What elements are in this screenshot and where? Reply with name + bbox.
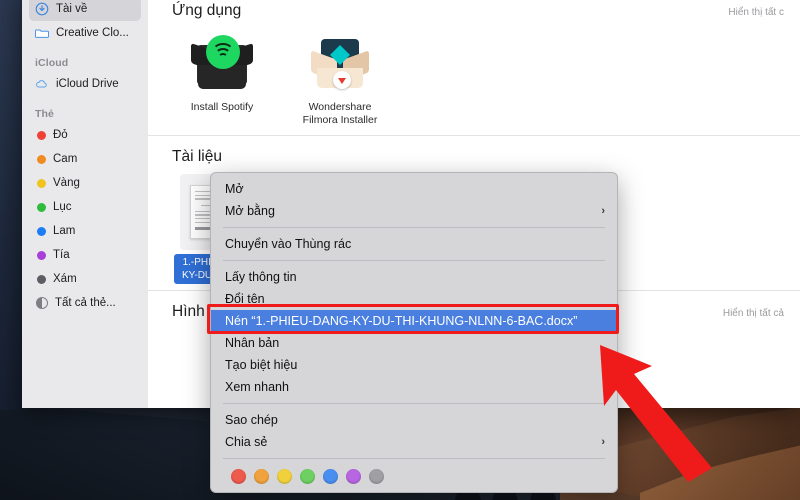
icon-artwork [176, 30, 268, 98]
desktop-left-edge [0, 0, 22, 410]
menu-item-mo-bang[interactable]: Mở bằng › [211, 200, 617, 222]
sidebar-item-tag-cam[interactable]: Cam [29, 147, 141, 171]
spotify-installer-icon [191, 35, 253, 93]
tag-color-red-icon[interactable] [231, 469, 246, 484]
menu-item-label: Mở bằng [225, 204, 275, 218]
sidebar-section-header-icloud: iCloud [35, 57, 69, 69]
sidebar-item-tag-xam[interactable]: Xám [29, 267, 141, 291]
finder-sidebar: Tài về Creative Clo... iCloud iCloud Dri… [22, 0, 148, 408]
sidebar-item-label: Lam [53, 225, 76, 237]
menu-item-label: Lấy thông tin [225, 270, 297, 284]
show-all-link-images[interactable]: Hiển thị tất cả [723, 308, 784, 319]
sidebar-item-tag-lam[interactable]: Lam [29, 219, 141, 243]
sidebar-item-icloud-drive[interactable]: iCloud Drive [29, 72, 141, 96]
tag-dot-icon [37, 154, 46, 164]
menu-item-label: Nhân bản [225, 336, 280, 350]
sidebar-item-tai-ve[interactable]: Tài về [29, 0, 141, 21]
sidebar-item-label: Cam [53, 153, 78, 165]
tag-dot-icon [37, 274, 46, 284]
sidebar-item-label: Tài về [56, 3, 88, 15]
menu-item-chuyen-vao-thung-rac[interactable]: Chuyển vào Thùng rác [211, 233, 617, 255]
menu-item-label: Xem nhanh [225, 380, 289, 394]
wondershare-filmora-installer-icon [309, 35, 371, 93]
tag-color-yellow-icon[interactable] [277, 469, 292, 484]
section-header-documents: Tài liệu [148, 136, 800, 166]
context-menu: Mở Mở bằng › Chuyển vào Thùng rác Lấy th… [210, 172, 618, 493]
sidebar-item-all-tags[interactable]: Tất cả thẻ... [29, 291, 141, 315]
menu-item-tao-biet-hieu[interactable]: Tạo biệt hiệu [211, 354, 617, 376]
app-item-label-line2: Filmora Installer [302, 114, 378, 127]
annotation-arrow-icon [600, 345, 712, 482]
app-item-label: Wondershare [308, 101, 372, 113]
icon-artwork [294, 30, 386, 98]
tag-dot-icon [37, 130, 46, 140]
sidebar-item-tag-tia[interactable]: Tía [29, 243, 141, 267]
menu-item-label: Mở [225, 182, 244, 196]
sidebar-section-header-tags: Thẻ [35, 108, 54, 120]
menu-separator [223, 227, 605, 228]
sidebar-item-creative-cloud[interactable]: Creative Clo... [29, 21, 141, 45]
download-arrow-icon [338, 78, 346, 84]
tag-dot-icon [37, 178, 46, 188]
menu-item-chia-se[interactable]: Chia sẻ › [211, 431, 617, 453]
menu-item-label: Chuyển vào Thùng rác [225, 237, 352, 251]
tag-dot-icon [37, 226, 46, 236]
menu-separator [223, 403, 605, 404]
app-item-install-spotify[interactable]: Install Spotify [176, 30, 268, 127]
tag-color-orange-icon[interactable] [254, 469, 269, 484]
sidebar-item-label: Xám [53, 273, 77, 285]
sidebar-item-label: Lục [53, 201, 72, 213]
menu-item-lay-thong-tin[interactable]: Lấy thông tin [211, 266, 617, 288]
menu-separator [223, 458, 605, 459]
download-icon [35, 2, 49, 16]
tag-color-gray-icon[interactable] [369, 469, 384, 484]
menu-item-label: Nén “1.-PHIEU-DANG-KY-DU-THI-KHUNG-NLNN-… [225, 314, 578, 328]
menu-tag-color-row [211, 464, 617, 486]
app-item-label: Install Spotify [190, 101, 254, 113]
section-header-applications: Ứng dụng Hiển thị tất c [148, 0, 800, 20]
applications-icon-row: Install Spotify Wondershare Filmora Inst… [148, 20, 800, 135]
menu-item-doi-ten[interactable]: Đổi tên [211, 288, 617, 310]
menu-item-sao-chep[interactable]: Sao chép [211, 409, 617, 431]
tag-color-blue-icon[interactable] [323, 469, 338, 484]
sidebar-item-label: Vàng [53, 177, 80, 189]
menu-item-nhan-ban[interactable]: Nhân bản [211, 332, 617, 354]
menu-item-xem-nhanh[interactable]: Xem nhanh [211, 376, 617, 398]
sidebar-item-label: Creative Clo... [56, 27, 129, 39]
all-tags-icon [36, 297, 48, 309]
app-item-wondershare-filmora-installer[interactable]: Wondershare Filmora Installer [294, 30, 386, 127]
tag-dot-icon [37, 202, 46, 212]
menu-item-label: Chia sẻ [225, 435, 268, 449]
menu-item-label: Sao chép [225, 413, 278, 427]
menu-item-mo[interactable]: Mở [211, 178, 617, 200]
sidebar-item-tag-do[interactable]: Đỏ [29, 123, 141, 147]
sidebar-item-label: Đỏ [53, 129, 68, 141]
folder-icon [35, 29, 49, 38]
section-title: Tài liệu [172, 148, 222, 166]
menu-item-label: Đổi tên [225, 292, 265, 306]
menu-separator [223, 260, 605, 261]
sidebar-item-label: Tía [53, 249, 70, 261]
show-all-link-applications[interactable]: Hiển thị tất c [728, 7, 784, 18]
sidebar-item-tag-luc[interactable]: Lục [29, 195, 141, 219]
tag-color-purple-icon[interactable] [346, 469, 361, 484]
menu-item-nen-compress[interactable]: Nén “1.-PHIEU-DANG-KY-DU-THI-KHUNG-NLNN-… [211, 310, 617, 332]
tag-color-green-icon[interactable] [300, 469, 315, 484]
chevron-right-icon: › [601, 205, 605, 217]
section-title: Ứng dụng [172, 2, 242, 19]
menu-item-label: Tạo biệt hiệu [225, 358, 298, 372]
sidebar-item-label: Tất cả thẻ... [55, 297, 116, 309]
cloud-icon [36, 80, 47, 88]
sidebar-item-label: iCloud Drive [56, 78, 119, 90]
tag-dot-icon [37, 250, 46, 260]
sidebar-item-tag-vang[interactable]: Vàng [29, 171, 141, 195]
